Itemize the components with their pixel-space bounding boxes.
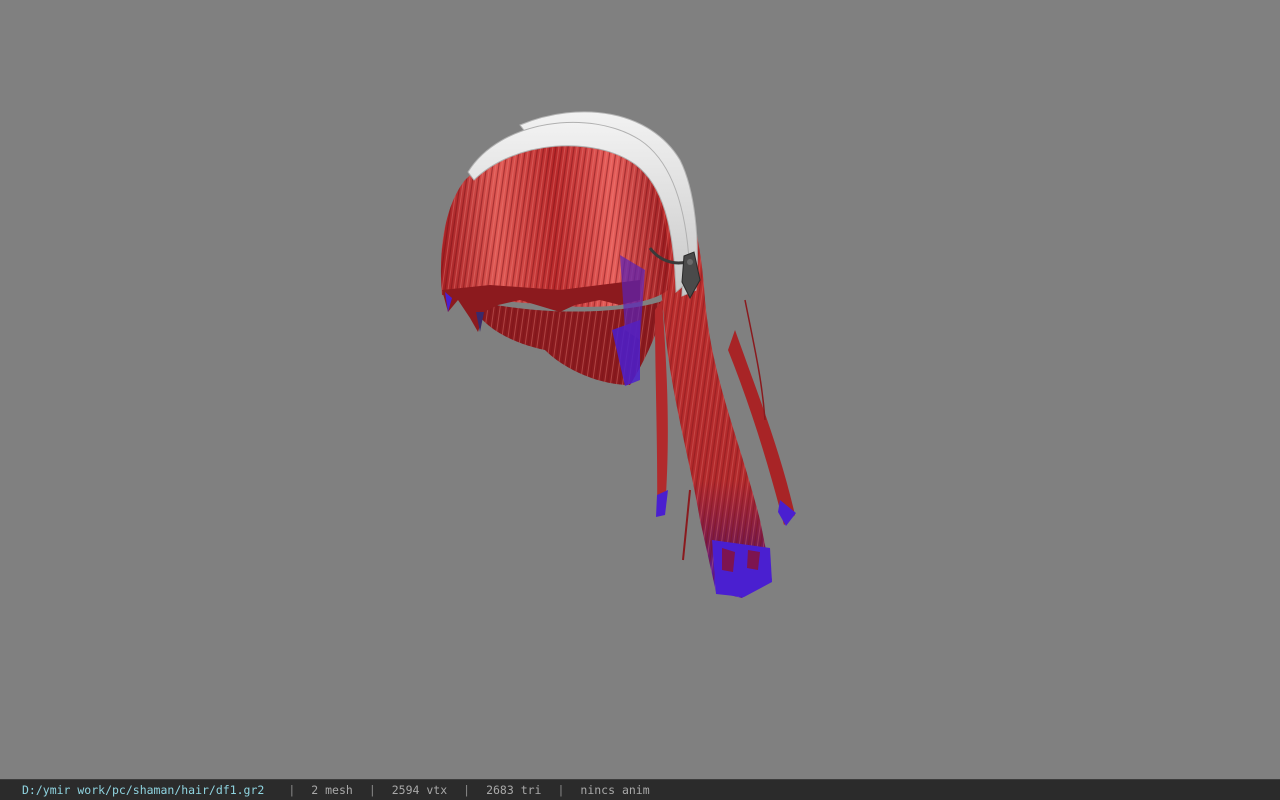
animation-status: nincs anim: [580, 783, 650, 797]
status-separator: |: [463, 783, 471, 797]
triangle-count: 2683 tri: [486, 783, 542, 797]
mesh-count: 2 mesh: [311, 783, 353, 797]
hair-model-render[interactable]: [0, 0, 1280, 779]
status-bar: D:/ymir work/pc/shaman/hair/df1.gr2 | 2 …: [0, 779, 1280, 800]
file-path: D:/ymir work/pc/shaman/hair/df1.gr2: [22, 783, 265, 797]
status-separator: |: [368, 783, 376, 797]
model-viewport[interactable]: [0, 0, 1280, 779]
status-separator: |: [288, 783, 296, 797]
status-separator: |: [557, 783, 565, 797]
ponytail-tip: [712, 540, 772, 597]
vertex-count: 2594 vtx: [391, 783, 448, 797]
